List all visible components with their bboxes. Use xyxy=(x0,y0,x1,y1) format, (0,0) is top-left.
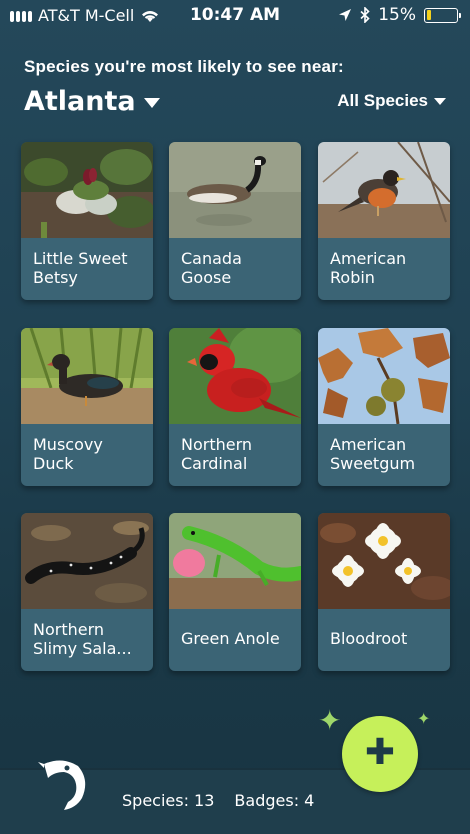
species-card[interactable]: Green Anole xyxy=(169,513,301,671)
species-card[interactable]: Bloodroot xyxy=(318,513,450,671)
status-bar: AT&T M-Cell 10:47 AM 15% xyxy=(0,0,470,32)
page-subtitle: Species you're most likely to see near: xyxy=(24,57,344,76)
bloodroot-photo xyxy=(318,513,450,609)
trillium-photo xyxy=(21,142,153,238)
species-card[interactable]: Muscovy Duck xyxy=(21,328,153,486)
location-selector[interactable]: Atlanta xyxy=(24,86,160,117)
species-name: Bloodroot xyxy=(330,629,408,648)
goose-photo xyxy=(169,142,301,238)
location-name: Atlanta xyxy=(24,86,136,117)
stats-bar: Species: 13 Badges: 4 xyxy=(122,791,314,810)
species-count: Species: 13 xyxy=(122,791,215,810)
status-right: 15% xyxy=(338,5,461,25)
chevron-down-icon xyxy=(434,97,446,105)
species-filter-dropdown[interactable]: All Species xyxy=(337,91,446,111)
species-card[interactable]: Northern Cardinal xyxy=(169,328,301,486)
species-name: American Robin xyxy=(330,249,407,287)
species-card[interactable]: American Robin xyxy=(318,142,450,300)
species-name: Northern Slimy Sala... xyxy=(33,620,132,658)
location-arrow-icon xyxy=(339,9,352,21)
cardinal-photo xyxy=(169,328,301,424)
robin-photo xyxy=(318,142,450,238)
add-observation-button[interactable]: ✚ xyxy=(342,716,418,792)
species-card[interactable]: American Sweetgum xyxy=(318,328,450,486)
sweetgum-photo xyxy=(318,328,450,424)
species-name: Green Anole xyxy=(181,629,280,648)
species-card[interactable]: Northern Slimy Sala... xyxy=(21,513,153,671)
species-card[interactable]: Little Sweet Betsy xyxy=(21,142,153,300)
species-name: Canada Goose xyxy=(181,249,242,287)
battery-icon xyxy=(424,7,461,23)
battery-fill xyxy=(426,10,431,20)
app-logo-icon[interactable] xyxy=(34,754,90,812)
sparkle-icon: ✦ xyxy=(417,709,431,728)
species-name: Muscovy Duck xyxy=(33,435,103,473)
badges-count: Badges: 4 xyxy=(234,791,315,810)
plus-icon: ✚ xyxy=(364,732,396,773)
duck-photo xyxy=(21,328,153,424)
species-name: Little Sweet Betsy xyxy=(33,249,128,287)
species-name: American Sweetgum xyxy=(330,435,416,473)
anole-photo xyxy=(169,513,301,609)
species-card[interactable]: Canada Goose xyxy=(169,142,301,300)
salamander-photo xyxy=(21,513,153,609)
chevron-down-icon xyxy=(143,97,160,108)
bluetooth-icon xyxy=(360,7,370,23)
sparkle-icon: ✦ xyxy=(318,704,342,737)
filter-label: All Species xyxy=(337,91,428,110)
species-name: Northern Cardinal xyxy=(181,435,253,473)
battery-percent: 15% xyxy=(378,5,416,25)
